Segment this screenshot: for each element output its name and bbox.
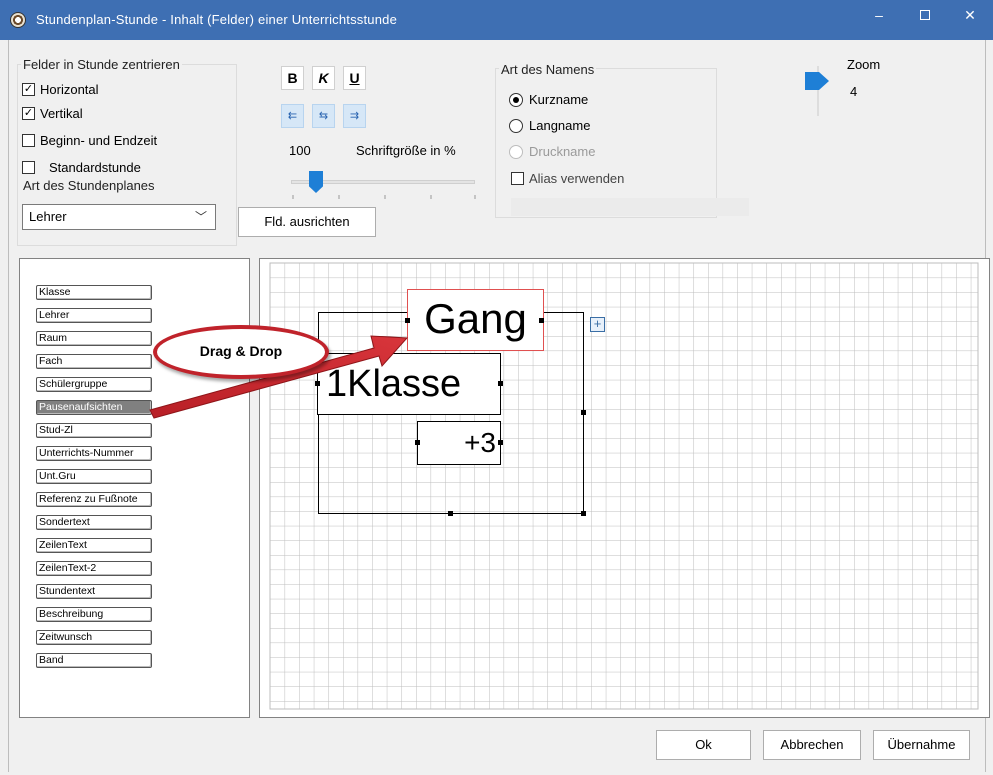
maximize-icon	[920, 10, 930, 20]
minimize-button[interactable]: ‒	[856, 0, 902, 32]
dialog-body: Felder in Stunde zentrieren ✓ Horizontal…	[8, 40, 990, 772]
cancel-button[interactable]: Abbrechen	[763, 730, 861, 760]
drag-drop-arrow	[149, 335, 409, 419]
app-clock-icon	[10, 12, 26, 28]
close-button[interactable]: ✕	[947, 0, 993, 32]
ok-button[interactable]: Ok	[656, 730, 751, 760]
maximize-button[interactable]	[902, 0, 948, 32]
title-bar: Stundenplan-Stunde - Inhalt (Felder) ein…	[0, 0, 993, 40]
drag-drop-callout: Drag & Drop	[153, 325, 329, 379]
window-title: Stundenplan-Stunde - Inhalt (Felder) ein…	[36, 12, 398, 27]
apply-button[interactable]: Übernahme	[873, 730, 970, 760]
